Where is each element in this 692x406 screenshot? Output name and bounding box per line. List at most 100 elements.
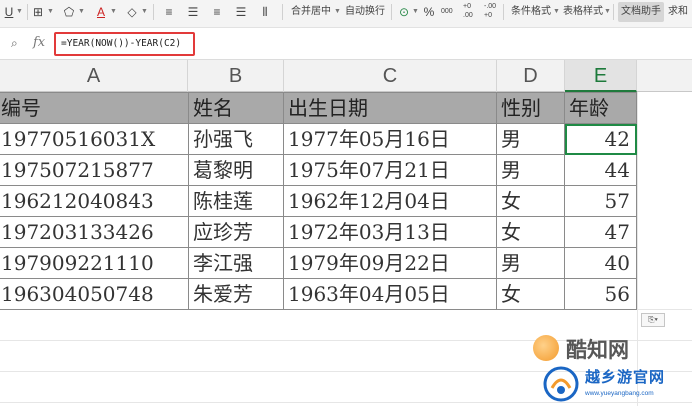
borders-icon[interactable]: ⊞ [31, 2, 45, 22]
column-header-f[interactable] [637, 60, 692, 92]
toolbar-separator [27, 4, 28, 20]
cell-birthdate[interactable]: 1962年12月04日 [283, 185, 497, 217]
formula-text: =YEAR(NOW())-YEAR(C2) [61, 38, 182, 49]
table-row: 197909221110 李江强 1979年09月22日 男 40 [0, 247, 637, 279]
align-right-icon[interactable]: ≡ [210, 2, 224, 22]
cell-age[interactable]: 47 [564, 216, 637, 248]
zoom-icon[interactable]: ⌕ [11, 36, 18, 51]
merge-center-dropdown-icon[interactable]: ▼ [334, 2, 341, 22]
cell-gender[interactable]: 男 [496, 123, 565, 155]
currency-dropdown-icon[interactable]: ▼ [412, 2, 419, 22]
fx-icon[interactable]: fx [33, 35, 45, 50]
merge-center-button[interactable]: 合并居中 [291, 2, 331, 22]
table-style-dropdown-icon[interactable]: ▼ [604, 2, 611, 22]
clear-format-icon[interactable]: ◇ [125, 2, 139, 22]
font-color-dropdown-icon[interactable]: ▼ [110, 2, 117, 22]
formula-input[interactable]: =YEAR(NOW())-YEAR(C2) [54, 32, 195, 56]
fill-color-dropdown-icon[interactable]: ▼ [78, 2, 85, 22]
cell-gender[interactable]: 男 [496, 154, 565, 186]
cell-id[interactable]: 19770516031X [0, 123, 189, 155]
cell-age-selected[interactable]: 42 [564, 123, 637, 155]
cell-id[interactable]: 197507215877 [0, 154, 189, 186]
cell-age[interactable]: 44 [564, 154, 637, 186]
cell-gender[interactable]: 女 [496, 216, 565, 248]
clear-format-dropdown-icon[interactable]: ▼ [141, 2, 148, 22]
cell-birthdate[interactable]: 1977年05月16日 [283, 123, 497, 155]
toolbar-separator [613, 4, 614, 20]
toolbar-separator [391, 4, 392, 20]
underline-button[interactable]: U [3, 2, 15, 22]
toolbar-separator [503, 4, 504, 20]
watermark-logo-secondary: 越乡游官网 www.yueyangbang.com [543, 364, 692, 406]
cell-birthdate[interactable]: 1975年07月21日 [283, 154, 497, 186]
cell-name[interactable]: 应珍芳 [188, 216, 284, 248]
cell-name[interactable]: 孙强飞 [188, 123, 284, 155]
cell-age[interactable]: 57 [564, 185, 637, 217]
wrap-text-button[interactable]: 自动换行 [345, 2, 385, 22]
cell-age[interactable]: 40 [564, 247, 637, 279]
cell-gender[interactable]: 女 [496, 185, 565, 217]
watermark-url: www.yueyangbang.com [585, 390, 654, 397]
cell-birthdate[interactable]: 1979年09月22日 [283, 247, 497, 279]
cell-gender[interactable]: 女 [496, 278, 565, 310]
sum-button[interactable]: 求和 [668, 2, 688, 22]
table-row: 197507215877 葛黎明 1975年07月21日 男 44 [0, 154, 637, 186]
doc-helper-button[interactable]: 文档助手 [618, 2, 664, 22]
conditional-format-dropdown-icon[interactable]: ▼ [553, 2, 560, 22]
table-style-button[interactable]: 表格样式 [563, 2, 603, 22]
watermark-badge-icon [543, 366, 579, 402]
watermark-logo: 酷知网 [533, 333, 689, 363]
column-header-a[interactable]: A [0, 60, 188, 92]
cell-id[interactable]: 197203133426 [0, 216, 189, 248]
toolbar-separator [153, 4, 154, 20]
table-row: 197203133426 应珍芳 1972年03月13日 女 47 [0, 216, 637, 248]
decrease-decimal-button[interactable]: -.00 +0 [484, 2, 502, 22]
conditional-format-button[interactable]: 条件格式 [511, 2, 551, 22]
cell-name[interactable]: 葛黎明 [188, 154, 284, 186]
cell-name[interactable]: 李江强 [188, 247, 284, 279]
watermark-mark-icon [533, 335, 559, 361]
column-header-e[interactable]: E [565, 60, 637, 92]
ribbon-toolbar: U ▼ ⊞ ▼ ⬠ ▼ A ▼ ◇ ▼ ≡ ☰ ≡ ☰ ⫴ 合并居中 ▼ 自动换… [0, 0, 692, 28]
header-cell-name[interactable]: 姓名 [188, 92, 284, 124]
toolbar-separator [282, 4, 283, 20]
percent-button[interactable]: % [423, 2, 435, 22]
increase-decimal-button[interactable]: +0 .00 [463, 2, 481, 22]
column-header-row: A B C D E [0, 60, 692, 92]
column-header-c[interactable]: C [284, 60, 497, 92]
underline-dropdown-icon[interactable]: ▼ [16, 2, 23, 22]
table-row: 196304050748 朱爱芳 1963年04月05日 女 56 [0, 278, 637, 310]
fill-color-icon[interactable]: ⬠ [62, 2, 76, 22]
cell-id[interactable]: 196304050748 [0, 278, 189, 310]
header-cell-id[interactable]: 编号 [0, 92, 189, 124]
paste-options-icon[interactable]: ⎘▾ [641, 313, 665, 327]
currency-icon[interactable]: ⊙ [397, 2, 411, 22]
header-cell-birthdate[interactable]: 出生日期 [283, 92, 497, 124]
cell-age[interactable]: 56 [564, 278, 637, 310]
formula-bar: ⌕ fx =YEAR(NOW())-YEAR(C2) [0, 28, 692, 60]
column-header-b[interactable]: B [188, 60, 284, 92]
align-center-icon[interactable]: ☰ [186, 2, 200, 22]
cell-name[interactable]: 陈桂莲 [188, 185, 284, 217]
thousands-separator-button[interactable]: 000 [441, 2, 453, 22]
table-row: 19770516031X 孙强飞 1977年05月16日 男 42 [0, 123, 637, 155]
table-row: 196212040843 陈桂莲 1962年12月04日 女 57 [0, 185, 637, 217]
justify-icon[interactable]: ☰ [234, 2, 248, 22]
distributed-align-icon[interactable]: ⫴ [258, 2, 272, 22]
borders-dropdown-icon[interactable]: ▼ [47, 2, 54, 22]
cell-gender[interactable]: 男 [496, 247, 565, 279]
data-table: 编号 姓名 出生日期 性别 年龄 19770516031X 孙强飞 1977年0… [0, 92, 637, 310]
table-header-row: 编号 姓名 出生日期 性别 年龄 [0, 92, 637, 124]
column-header-d[interactable]: D [497, 60, 565, 92]
header-cell-age[interactable]: 年龄 [564, 92, 637, 124]
cell-name[interactable]: 朱爱芳 [188, 278, 284, 310]
header-cell-gender[interactable]: 性别 [496, 92, 565, 124]
font-color-button[interactable]: A [95, 2, 107, 22]
cell-birthdate[interactable]: 1972年03月13日 [283, 216, 497, 248]
cell-birthdate[interactable]: 1963年04月05日 [283, 278, 497, 310]
cell-id[interactable]: 197909221110 [0, 247, 189, 279]
cell-id[interactable]: 196212040843 [0, 185, 189, 217]
watermark-text: 酷知网 [566, 338, 629, 362]
align-left-icon[interactable]: ≡ [162, 2, 176, 22]
watermark-secondary-text: 越乡游官网 [585, 368, 666, 386]
